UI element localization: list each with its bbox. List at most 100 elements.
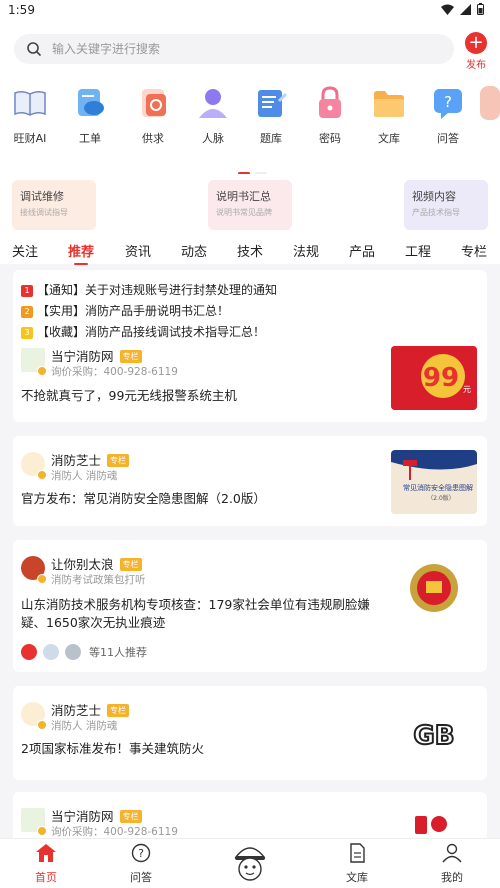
thumb-text: 常见消防安全隐患图解	[403, 483, 473, 492]
post-thumbnail[interactable]: GB	[391, 702, 477, 766]
banner-video[interactable]: 视频内容 产品技术指导	[404, 180, 488, 230]
notice-text: 【通知】关于对违规账号进行封禁处理的通知	[37, 283, 278, 297]
banner-subtitle: 说明书常见品牌	[216, 208, 272, 217]
app-item-password[interactable]: 密码	[302, 86, 358, 146]
fire-rescue-emblem-icon	[391, 556, 477, 620]
tab-engineering[interactable]: 工程	[405, 241, 431, 260]
avatar	[21, 556, 47, 584]
author-subtitle: 消防考试政策包打听	[51, 574, 146, 586]
notice-rank: 2	[21, 306, 33, 318]
wifi-icon	[441, 4, 454, 15]
avatar	[21, 702, 47, 730]
tab-recommend[interactable]: 推荐	[68, 241, 94, 265]
nav-library[interactable]: 文库	[327, 843, 387, 885]
home-icon	[36, 844, 56, 862]
app-item-partial[interactable]	[480, 86, 500, 120]
tab-follow[interactable]: 关注	[12, 241, 38, 260]
author-name: 消防芝士 专栏	[51, 450, 130, 469]
app-item-supply[interactable]: 供求	[125, 86, 181, 146]
notice-item[interactable]: 2 【实用】消防产品手册说明书汇总！	[21, 302, 229, 319]
notice-rank: 1	[21, 285, 33, 297]
cloud-doc-icon	[73, 86, 107, 120]
nav-label: 文库	[346, 871, 368, 884]
author-name: 让你别太浪 专栏	[51, 554, 142, 573]
notice-item[interactable]: 3 【收藏】消防产品接线调试技术指导汇总！	[21, 323, 265, 340]
author-subtitle: 询价采购：400-928-6119	[51, 826, 178, 838]
app-item-question-bank[interactable]: 题库	[243, 86, 299, 146]
publish-label: 发布	[466, 60, 486, 71]
search-bar[interactable]: 输入关键字进行搜索	[14, 34, 454, 64]
bottom-navigation: 首页 ? 问答 文库 我的	[0, 838, 500, 888]
tab-regulations[interactable]: 法规	[293, 241, 319, 260]
post-thumbnail[interactable]: 常见消防安全隐患图解 （2.0版）	[391, 450, 477, 514]
lock-icon	[313, 86, 347, 120]
app-label: 供求	[142, 132, 164, 145]
column-tag: 专栏	[107, 454, 130, 467]
question-icon: ?	[131, 843, 151, 863]
feed-card: 让你别太浪 专栏 消防考试政策包打听 山东消防技术服务机构专项核查：179家社会单…	[13, 540, 487, 672]
nav-home[interactable]: 首页	[16, 843, 76, 885]
search-icon	[27, 42, 41, 56]
app-grid-pager	[238, 160, 268, 174]
book-icon	[13, 86, 47, 120]
banner-manuals[interactable]: 说明书汇总 说明书常见品牌	[208, 180, 292, 230]
nav-qa[interactable]: ? 问答	[111, 843, 171, 885]
column-tag: 专栏	[119, 558, 142, 571]
app-label: 题库	[260, 132, 282, 145]
tab-updates[interactable]: 动态	[181, 241, 207, 260]
post-thumbnail[interactable]	[391, 556, 477, 620]
partial-app-icon	[480, 86, 500, 120]
tab-news[interactable]: 资讯	[125, 241, 151, 260]
avatar	[21, 644, 37, 660]
app-grid: 旺财AI 工单 供求 人脉 题库 密码 文库 ? 问答	[0, 74, 500, 174]
tab-tech[interactable]: 技术	[237, 241, 263, 260]
signal-icon	[460, 3, 471, 15]
recommenders[interactable]: 等11人推荐	[21, 644, 147, 660]
avatar	[21, 808, 47, 836]
app-label: 密码	[319, 132, 341, 145]
verified-badge-icon	[37, 366, 47, 376]
post-author[interactable]: 当宁消防网 专栏 询价采购：400-928-6119	[21, 348, 341, 382]
post-thumbnail[interactable]: 99 元	[391, 346, 477, 410]
post-title[interactable]: 山东消防技术服务机构专项核查：179家社会单位有违规刷脸嫌疑、1650家次无执业…	[21, 596, 373, 632]
author-name: 消防芝士 专栏	[51, 700, 130, 719]
post-author[interactable]: 当宁消防网 专栏 询价采购：400-928-6119	[21, 808, 341, 838]
tab-column[interactable]: 专栏	[461, 241, 487, 260]
app-item-library[interactable]: 文库	[361, 86, 417, 146]
status-bar: 1:59	[0, 0, 500, 22]
verified-badge-icon	[37, 470, 47, 480]
app-label: 人脉	[202, 132, 224, 145]
post-author[interactable]: 消防芝士 专栏 消防人 消防魂	[21, 702, 341, 736]
folder-icon	[372, 86, 406, 120]
feed-card: 消防芝士 专栏 消防人 消防魂 官方发布：常见消防安全隐患图解（2.0版） 常见消…	[13, 436, 487, 526]
app-label: 工单	[79, 132, 101, 145]
app-item-contacts[interactable]: 人脉	[185, 86, 241, 146]
header: 输入关键字进行搜索 + 发布	[0, 22, 500, 74]
post-title[interactable]: 2项国家标准发布！事关建筑防火	[21, 740, 204, 758]
post-title[interactable]: 官方发布：常见消防安全隐患图解（2.0版）	[21, 490, 266, 508]
post-thumbnail[interactable]	[391, 806, 477, 838]
notice-item[interactable]: 1 【通知】关于对违规账号进行封禁处理的通知	[21, 281, 277, 298]
avatar	[43, 644, 59, 660]
tab-products[interactable]: 产品	[349, 241, 375, 260]
post-author[interactable]: 让你别太浪 专栏 消防考试政策包打听	[21, 556, 341, 590]
publish-button[interactable]: + 发布	[462, 32, 490, 71]
recommend-count: 等11人推荐	[89, 646, 147, 659]
post-author[interactable]: 消防芝士 专栏 消防人 消防魂	[21, 452, 341, 486]
post-title[interactable]: 不抢就真亏了，99元无线报警系统主机	[21, 387, 237, 405]
svg-text:?: ?	[138, 847, 144, 860]
category-tabs: 关注 推荐 资讯 动态 技术 法规 产品 工程 专栏	[0, 238, 500, 265]
nav-profile[interactable]: 我的	[422, 843, 482, 885]
thumb-price: 99	[423, 363, 459, 393]
banner-title: 说明书汇总	[216, 190, 271, 203]
verified-badge-icon	[37, 826, 47, 836]
banner-debug-repair[interactable]: 调试维修 接线调试指导	[12, 180, 96, 230]
author-subtitle: 询价采购：400-928-6119	[51, 366, 178, 378]
thumb-text: GB	[413, 721, 454, 751]
column-tag: 专栏	[119, 810, 142, 823]
nav-mascot[interactable]	[220, 841, 280, 887]
app-item-workorder[interactable]: 工单	[62, 86, 118, 146]
avatar	[21, 452, 47, 480]
app-item-ai[interactable]: 旺财AI	[2, 86, 58, 146]
app-item-qa[interactable]: ? 问答	[420, 86, 476, 146]
